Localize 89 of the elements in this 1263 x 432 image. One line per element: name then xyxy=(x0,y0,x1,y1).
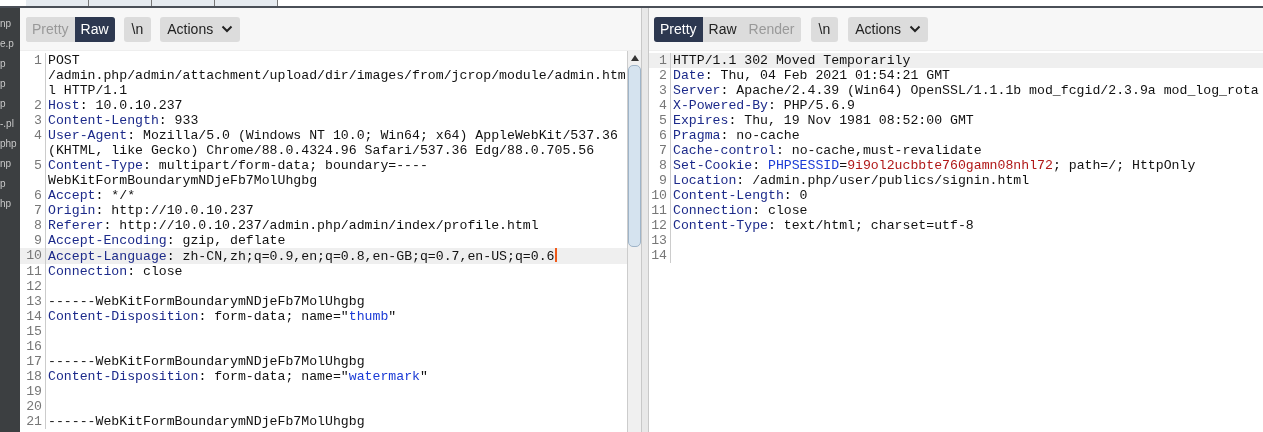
code-line: Host: 10.0.10.237 xyxy=(48,98,183,113)
code-line: User-Agent: Mozilla/5.0 (Windows NT 10.0; Win64; x64) AppleWebKit/537.36 (KHTML, like Gecko) Chrome/88.0.4324.96 Safari/537.36 Edg/88.0.705.56 xyxy=(48,128,619,158)
line-number: 14 xyxy=(649,248,671,263)
code-line: ------WebKitFormBoundarymNDjeFb7MolUhgbg xyxy=(48,354,365,369)
code-line: Accept-Encoding: gzip, deflate xyxy=(48,233,286,248)
code-line: Content-Type: text/html; charset=utf-8 xyxy=(673,218,974,233)
line-number: 12 xyxy=(20,279,46,294)
view-tab[interactable]: Pretty xyxy=(654,16,703,42)
line-number: 12 xyxy=(649,218,671,233)
newline-toggle-button[interactable]: \n xyxy=(810,16,839,42)
file-list-item[interactable]: np xyxy=(0,14,20,34)
code-line: Pragma: no-cache xyxy=(673,128,800,143)
line-number: 13 xyxy=(649,233,671,248)
code-line: Content-Disposition: form-data; name="watermark" xyxy=(48,369,428,384)
file-list-item[interactable]: e.p xyxy=(0,34,20,54)
code-line: Date: Thu, 04 Feb 2021 01:54:21 GMT xyxy=(673,68,950,83)
code-line: Content-Type: multipart/form-data; boundary=----WebKitFormBoundarymNDjeFb7MolUhgbg xyxy=(48,158,428,188)
line-number: 5 xyxy=(20,158,46,188)
editor-tab[interactable] xyxy=(26,0,89,6)
line-number: 3 xyxy=(649,83,671,98)
line-number: 13 xyxy=(20,294,46,309)
code-line: Connection: close xyxy=(673,203,808,218)
code-line: Content-Length: 0 xyxy=(673,188,808,203)
code-editor[interactable] xyxy=(20,50,641,432)
code-line: HTTP/1.1 302 Moved Temporarily xyxy=(673,53,911,68)
line-number: 1 xyxy=(20,53,46,98)
code-line: POST /admin.php/admin/attachment/upload/dir/images/from/jcrop/module/admin.html HTTP/1.1 xyxy=(48,53,626,98)
editor-tab[interactable] xyxy=(215,0,278,6)
line-number: 6 xyxy=(20,188,46,203)
scroll-up-arrow-icon[interactable] xyxy=(630,55,639,61)
line-number: 6 xyxy=(649,128,671,143)
line-number: 11 xyxy=(20,264,46,279)
code-line: Content-Length: 933 xyxy=(48,113,199,128)
line-number: 3 xyxy=(20,113,46,128)
line-number: 8 xyxy=(20,218,46,233)
line-number: 8 xyxy=(649,158,671,173)
vertical-scrollbar[interactable] xyxy=(627,51,641,432)
scrollbar-thumb[interactable] xyxy=(628,65,641,247)
code-line: Connection: close xyxy=(48,264,183,279)
code-line: X-Powered-By: PHP/5.6.9 xyxy=(673,98,856,113)
line-number: 7 xyxy=(649,143,671,158)
code-line: ------WebKitFormBoundarymNDjeFb7MolUhgbg xyxy=(48,414,365,429)
line-number: 1 xyxy=(649,53,671,68)
line-number: 5 xyxy=(649,113,671,128)
line-number: 17 xyxy=(20,354,46,369)
newline-toggle-button[interactable]: \n xyxy=(123,16,152,42)
actions-dropdown[interactable]: Actions xyxy=(160,16,241,42)
file-list-item[interactable]: p xyxy=(0,174,20,194)
line-number: 15 xyxy=(20,324,46,339)
line-number: 4 xyxy=(649,98,671,113)
line-number: 16 xyxy=(20,339,46,354)
line-number: 20 xyxy=(20,399,46,414)
editor-tab[interactable] xyxy=(152,0,215,6)
editor-tab[interactable] xyxy=(89,0,152,6)
line-number: 7 xyxy=(20,203,46,218)
code-line: Accept: */* xyxy=(48,188,136,203)
line-number: 18 xyxy=(20,369,46,384)
file-list-item[interactable]: p xyxy=(0,54,20,74)
code-line: Origin: http://10.0.10.237 xyxy=(48,203,254,218)
line-number: 21 xyxy=(20,414,46,429)
code-line: Location: /admin.php/user/publics/signin.html xyxy=(673,173,1030,188)
line-number: 2 xyxy=(649,68,671,83)
line-number: 11 xyxy=(649,203,671,218)
code-line: Accept-Language: zh-CN,zh;q=0.9,en;q=0.8,en-GB;q=0.7,en-US;q=0.6 xyxy=(48,249,555,264)
chevron-down-icon xyxy=(909,25,922,33)
code-line: Expires: Thu, 19 Nov 1981 08:52:00 GMT xyxy=(673,113,974,128)
file-list-item[interactable]: p xyxy=(0,74,20,94)
code-editor[interactable] xyxy=(649,50,1263,432)
code-line: Set-Cookie: PHPSESSID=9i9ol2ucbbte760gamn08nhl72; path=/; HttpOnly xyxy=(673,158,1196,173)
line-number: 9 xyxy=(649,173,671,188)
line-number: 14 xyxy=(20,309,46,324)
file-list-item[interactable]: -.pl xyxy=(0,114,20,134)
file-list-item[interactable]: php xyxy=(0,134,20,154)
code-line: Referer: http://10.0.10.237/admin.php/admin/index/profile.html xyxy=(48,218,539,233)
line-number: 2 xyxy=(20,98,46,113)
line-number: 10 xyxy=(20,248,46,264)
actions-dropdown[interactable]: Actions xyxy=(848,16,929,42)
file-list-item[interactable]: np xyxy=(0,154,20,174)
code-line: ------WebKitFormBoundarymNDjeFb7MolUhgbg xyxy=(48,294,365,309)
line-number: 10 xyxy=(649,188,671,203)
line-number: 4 xyxy=(20,128,46,158)
code-line: Server: Apache/2.4.39 (Win64) OpenSSL/1.1.1b mod_fcgid/2.3.9a mod_log_rota xyxy=(673,83,1259,98)
chevron-down-icon xyxy=(221,25,234,33)
code-line: Content-Disposition: form-data; name="thumb" xyxy=(48,309,397,324)
line-number: 19 xyxy=(20,384,46,399)
code-line: Cache-control: no-cache,must-revalidate xyxy=(673,143,982,158)
view-tab[interactable]: Raw xyxy=(74,16,115,42)
file-list-item[interactable]: hp xyxy=(0,194,20,214)
file-list-item[interactable]: p xyxy=(0,94,20,114)
